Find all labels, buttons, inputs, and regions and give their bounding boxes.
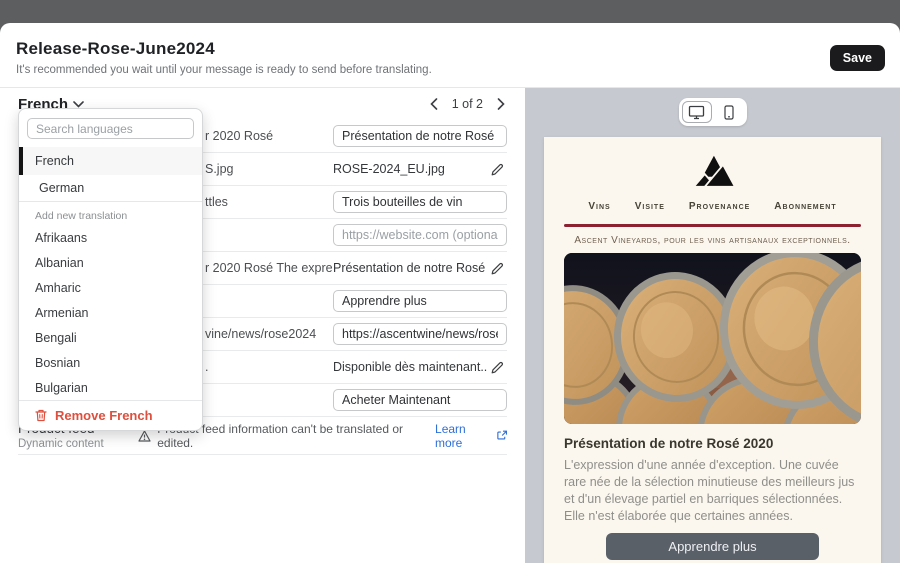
pager-status: 1 of 2	[452, 97, 483, 111]
email-cta-button[interactable]: Apprendre plus	[606, 533, 819, 560]
language-search-input[interactable]	[27, 118, 194, 139]
translation-form-pane: French 1 of 2 r 2020 Rosé	[0, 88, 525, 563]
language-option[interactable]: Bengali	[19, 325, 202, 350]
email-nav: Vins Visite Provenance Abonnement	[564, 201, 861, 212]
translation-input[interactable]	[333, 224, 507, 246]
email-nav-item[interactable]: Visite	[635, 201, 665, 212]
remove-language-label: Remove French	[55, 408, 153, 423]
edit-button[interactable]	[488, 358, 507, 377]
mobile-view-button[interactable]	[714, 101, 744, 123]
desktop-icon	[688, 105, 705, 120]
learn-more-link[interactable]: Learn more	[435, 422, 507, 450]
active-language-list: FrenchGerman	[19, 147, 202, 201]
pager-prev-button[interactable]	[428, 96, 440, 112]
accent-rule	[564, 224, 861, 227]
chevron-down-icon	[73, 101, 84, 108]
remove-language-button[interactable]: Remove French	[19, 401, 202, 430]
translation-value: Disponible dès maintenant...	[333, 358, 507, 377]
translation-input[interactable]	[333, 389, 507, 411]
brand-mountain-logo	[691, 153, 735, 195]
learn-more-label: Learn more	[435, 422, 493, 450]
external-link-icon	[497, 430, 507, 441]
translation-text: ROSE-2024_EU.jpg	[333, 162, 445, 176]
email-preview-pane: Vins Visite Provenance Abonnement Ascent Vi…	[525, 88, 900, 563]
active-language-item[interactable]: French	[19, 147, 202, 175]
email-body-text: L'expression d'une année d'exception. Un…	[564, 457, 861, 525]
translation-input[interactable]	[333, 323, 507, 345]
email-preview-card: Vins Visite Provenance Abonnement Ascent Vi…	[544, 137, 881, 563]
pencil-icon	[490, 162, 505, 177]
email-nav-item[interactable]: Provenance	[689, 201, 750, 212]
translation-value	[333, 389, 507, 411]
email-nav-item[interactable]: Abonnement	[774, 201, 836, 212]
language-list: AfrikaansAlbanianAmharicArmenianBengaliB…	[19, 225, 202, 400]
page-header: Release-Rose-June2024 It's recommended y…	[0, 23, 900, 88]
translation-value	[333, 191, 507, 213]
language-option[interactable]: Armenian	[19, 300, 202, 325]
edit-button[interactable]	[488, 259, 507, 278]
translation-text: Présentation de notre Rosé 2020 L'...	[333, 261, 488, 275]
translation-value	[333, 125, 507, 147]
translation-value: Présentation de notre Rosé 2020 L'...	[333, 259, 507, 278]
language-dropdown: FrenchGerman Add new translation Afrikaa…	[18, 108, 203, 431]
product-feed-subtitle: Dynamic content	[18, 438, 138, 450]
edit-button[interactable]	[488, 160, 507, 179]
translation-input[interactable]	[333, 125, 507, 147]
email-heading: Présentation de notre Rosé 2020	[564, 436, 861, 451]
active-language-item[interactable]: German	[19, 175, 202, 201]
email-tagline: Ascent Vineyards, pour les vins artisana…	[564, 235, 861, 246]
warning-icon	[138, 430, 151, 442]
page-title: Release-Rose-June2024	[16, 39, 884, 59]
chevron-left-icon	[430, 98, 438, 110]
language-option[interactable]: Bosnian	[19, 350, 202, 375]
main-panel: Release-Rose-June2024 It's recommended y…	[0, 23, 900, 563]
pencil-icon	[490, 261, 505, 276]
translation-value: ROSE-2024_EU.jpg	[333, 160, 507, 179]
device-toggle	[679, 98, 747, 126]
preview-pager: 1 of 2	[428, 96, 507, 112]
translation-input[interactable]	[333, 290, 507, 312]
pager-next-button[interactable]	[495, 96, 507, 112]
language-option[interactable]: Bulgarian	[19, 375, 202, 400]
translation-input[interactable]	[333, 191, 507, 213]
translation-value	[333, 323, 507, 345]
page-subtitle: It's recommended you wait until your mes…	[16, 64, 884, 76]
mobile-icon	[724, 105, 734, 120]
translation-text: Disponible dès maintenant...	[333, 360, 488, 374]
add-translation-section-label: Add new translation	[19, 202, 202, 225]
trash-icon	[35, 409, 47, 422]
window-chrome-bar	[0, 0, 900, 23]
wine-barrels-image	[564, 253, 861, 424]
desktop-view-button[interactable]	[682, 101, 712, 123]
save-button[interactable]: Save	[830, 45, 885, 71]
chevron-right-icon	[497, 98, 505, 110]
language-option[interactable]: Amharic	[19, 275, 202, 300]
translation-value	[333, 290, 507, 312]
language-option[interactable]: Albanian	[19, 250, 202, 275]
pencil-icon	[490, 360, 505, 375]
translation-value	[333, 224, 507, 246]
email-nav-item[interactable]: Vins	[588, 201, 610, 212]
language-option[interactable]: Afrikaans	[19, 225, 202, 250]
